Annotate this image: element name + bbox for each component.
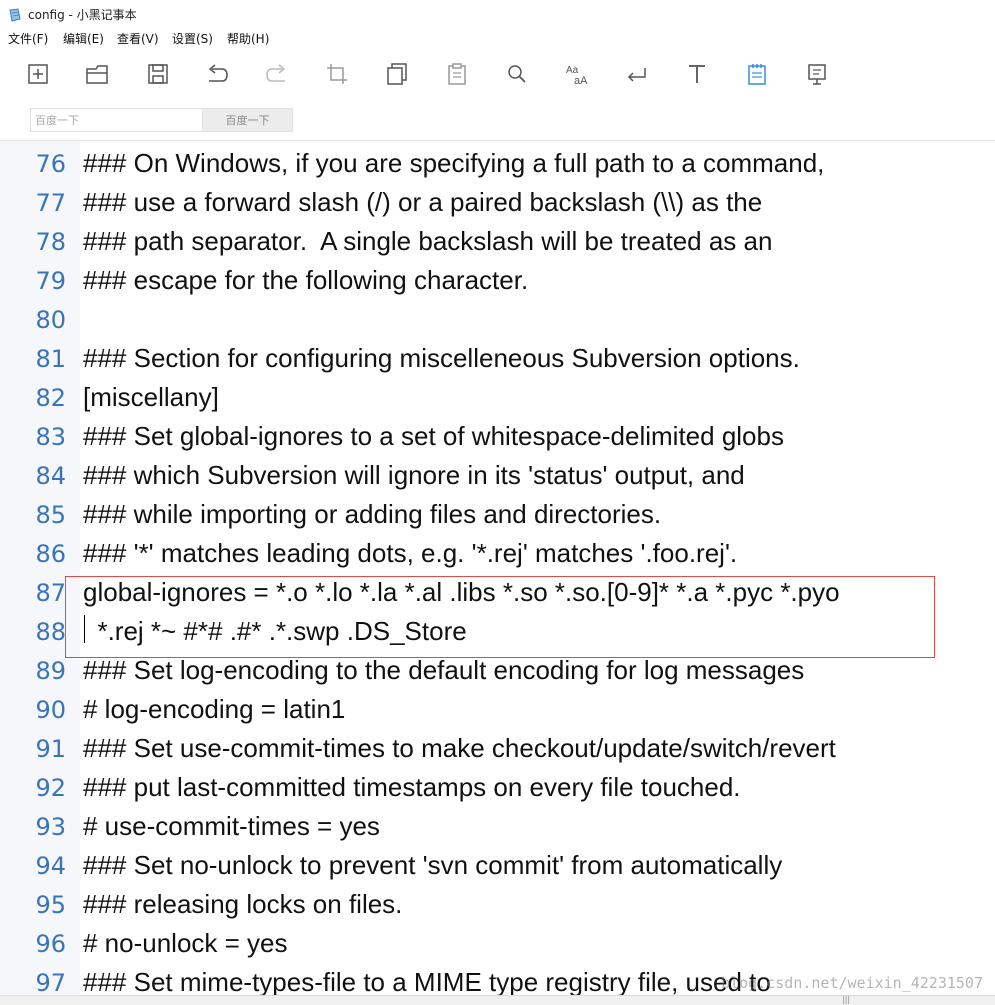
- line-number: 82: [35, 384, 66, 412]
- code-line[interactable]: ### while importing or adding files and …: [83, 496, 661, 532]
- line-number: 84: [35, 462, 66, 490]
- code-line[interactable]: ### use a forward slash (/) or a paired …: [83, 184, 762, 220]
- line-number: 96: [35, 930, 66, 958]
- copy-button[interactable]: [380, 58, 414, 90]
- line-number: 91: [35, 735, 66, 763]
- code-line[interactable]: ### path separator. A single backslash w…: [83, 223, 772, 259]
- line-number: 94: [35, 852, 66, 880]
- code-line[interactable]: ### Set no-unlock to prevent 'svn commit…: [83, 847, 782, 883]
- display-button[interactable]: [800, 58, 834, 90]
- horizontal-scrollbar[interactable]: |||: [0, 995, 995, 1005]
- notepad-button[interactable]: [740, 58, 774, 90]
- scroll-grip-icon: |||: [842, 995, 851, 1004]
- paste-button[interactable]: [440, 58, 474, 90]
- line-number: 86: [35, 540, 66, 568]
- menu-settings[interactable]: 设置(S): [172, 30, 213, 47]
- code-line[interactable]: ### Set mime-types-file to a MIME type r…: [83, 964, 771, 995]
- svg-text:aA: aA: [574, 75, 588, 87]
- code-line[interactable]: ### escape for the following character.: [83, 262, 528, 298]
- font-size-icon: AaaA: [566, 65, 588, 87]
- search-bar: 百度一下: [0, 104, 995, 138]
- toolbar: Aa aA: [0, 52, 995, 96]
- code-line[interactable]: ### Section for configuring miscelleneou…: [83, 340, 800, 376]
- code-line[interactable]: ### which Subversion will ignore in its …: [83, 457, 745, 493]
- menu-bar: 文件(F) 编辑(E) 查看(V) 设置(S) 帮助(H): [0, 28, 995, 48]
- line-number: 83: [35, 423, 66, 451]
- code-line[interactable]: ### Set use-commit-times to make checkou…: [83, 730, 836, 766]
- line-break-button[interactable]: [620, 58, 654, 90]
- notepad-app-icon: [8, 7, 22, 22]
- open-file-icon: [86, 65, 108, 84]
- search-input[interactable]: [30, 108, 202, 132]
- crop-button[interactable]: [320, 58, 354, 90]
- code-line[interactable]: ### On Windows, if you are specifying a …: [83, 145, 824, 181]
- code-line[interactable]: # use-commit-times = yes: [83, 808, 380, 844]
- redo-icon: [266, 64, 286, 82]
- crop-icon: [327, 64, 347, 84]
- line-number: 93: [35, 813, 66, 841]
- code-line[interactable]: [miscellany]: [83, 379, 219, 415]
- title-bar: config - 小黑记事本: [0, 0, 995, 28]
- text-button[interactable]: [680, 58, 714, 90]
- undo-button[interactable]: [200, 58, 234, 90]
- save-button[interactable]: [141, 58, 175, 90]
- notepad-icon: [748, 64, 766, 85]
- search-icon: [508, 65, 526, 83]
- line-number: 76: [35, 150, 66, 178]
- copy-icon: [387, 63, 407, 85]
- line-break-icon: [627, 68, 646, 82]
- code-line[interactable]: global-ignores = *.o *.lo *.la *.al .lib…: [83, 574, 840, 610]
- line-number: 79: [35, 267, 66, 295]
- code-line[interactable]: ### '*' matches leading dots, e.g. '*.re…: [83, 535, 737, 571]
- line-number: 87: [35, 579, 66, 607]
- line-number: 92: [35, 774, 66, 802]
- line-number: 85: [35, 501, 66, 529]
- search-submit-button[interactable]: 百度一下: [202, 108, 293, 132]
- text-caret: [84, 615, 85, 643]
- menu-help[interactable]: 帮助(H): [227, 30, 269, 47]
- text-icon: [689, 65, 705, 83]
- display-icon: [808, 64, 826, 85]
- line-number: 97: [35, 969, 66, 995]
- search-button-tool[interactable]: [500, 58, 534, 90]
- font-size-button[interactable]: Aa aA: [560, 58, 594, 90]
- line-number: 88: [35, 618, 66, 646]
- line-number: 78: [35, 228, 66, 256]
- line-number: 80: [35, 306, 66, 334]
- line-number: 81: [35, 345, 66, 373]
- text-editor[interactable]: 76 ### On Windows, if you are specifying…: [0, 140, 995, 995]
- line-number: 90: [35, 696, 66, 724]
- code-line[interactable]: ### put last-committed timestamps on eve…: [83, 769, 741, 805]
- window-title: config - 小黑记事本: [28, 8, 137, 22]
- menu-view[interactable]: 查看(V): [117, 30, 159, 47]
- new-file-icon: [28, 64, 48, 84]
- menu-file[interactable]: 文件(F): [8, 30, 48, 47]
- code-line[interactable]: *.rej *~ #*# .#* .*.swp .DS_Store: [83, 613, 466, 649]
- undo-icon: [208, 64, 228, 82]
- new-file-button[interactable]: [21, 58, 55, 90]
- menu-edit[interactable]: 编辑(E): [63, 30, 104, 47]
- line-number: 89: [35, 657, 66, 685]
- code-line[interactable]: ### releasing locks on files.: [83, 886, 402, 922]
- open-file-button[interactable]: [80, 58, 114, 90]
- redo-button[interactable]: [260, 58, 294, 90]
- code-line[interactable]: ### Set log-encoding to the default enco…: [83, 652, 804, 688]
- save-icon: [148, 64, 168, 84]
- paste-icon: [448, 63, 466, 85]
- line-number: 95: [35, 891, 66, 919]
- watermark-text: blog.csdn.net/weixin_42231507: [721, 974, 983, 992]
- code-line[interactable]: # log-encoding = latin1: [83, 691, 345, 727]
- line-number: 77: [35, 189, 66, 217]
- code-line[interactable]: ### Set global-ignores to a set of white…: [83, 418, 784, 454]
- code-line[interactable]: # no-unlock = yes: [83, 925, 288, 961]
